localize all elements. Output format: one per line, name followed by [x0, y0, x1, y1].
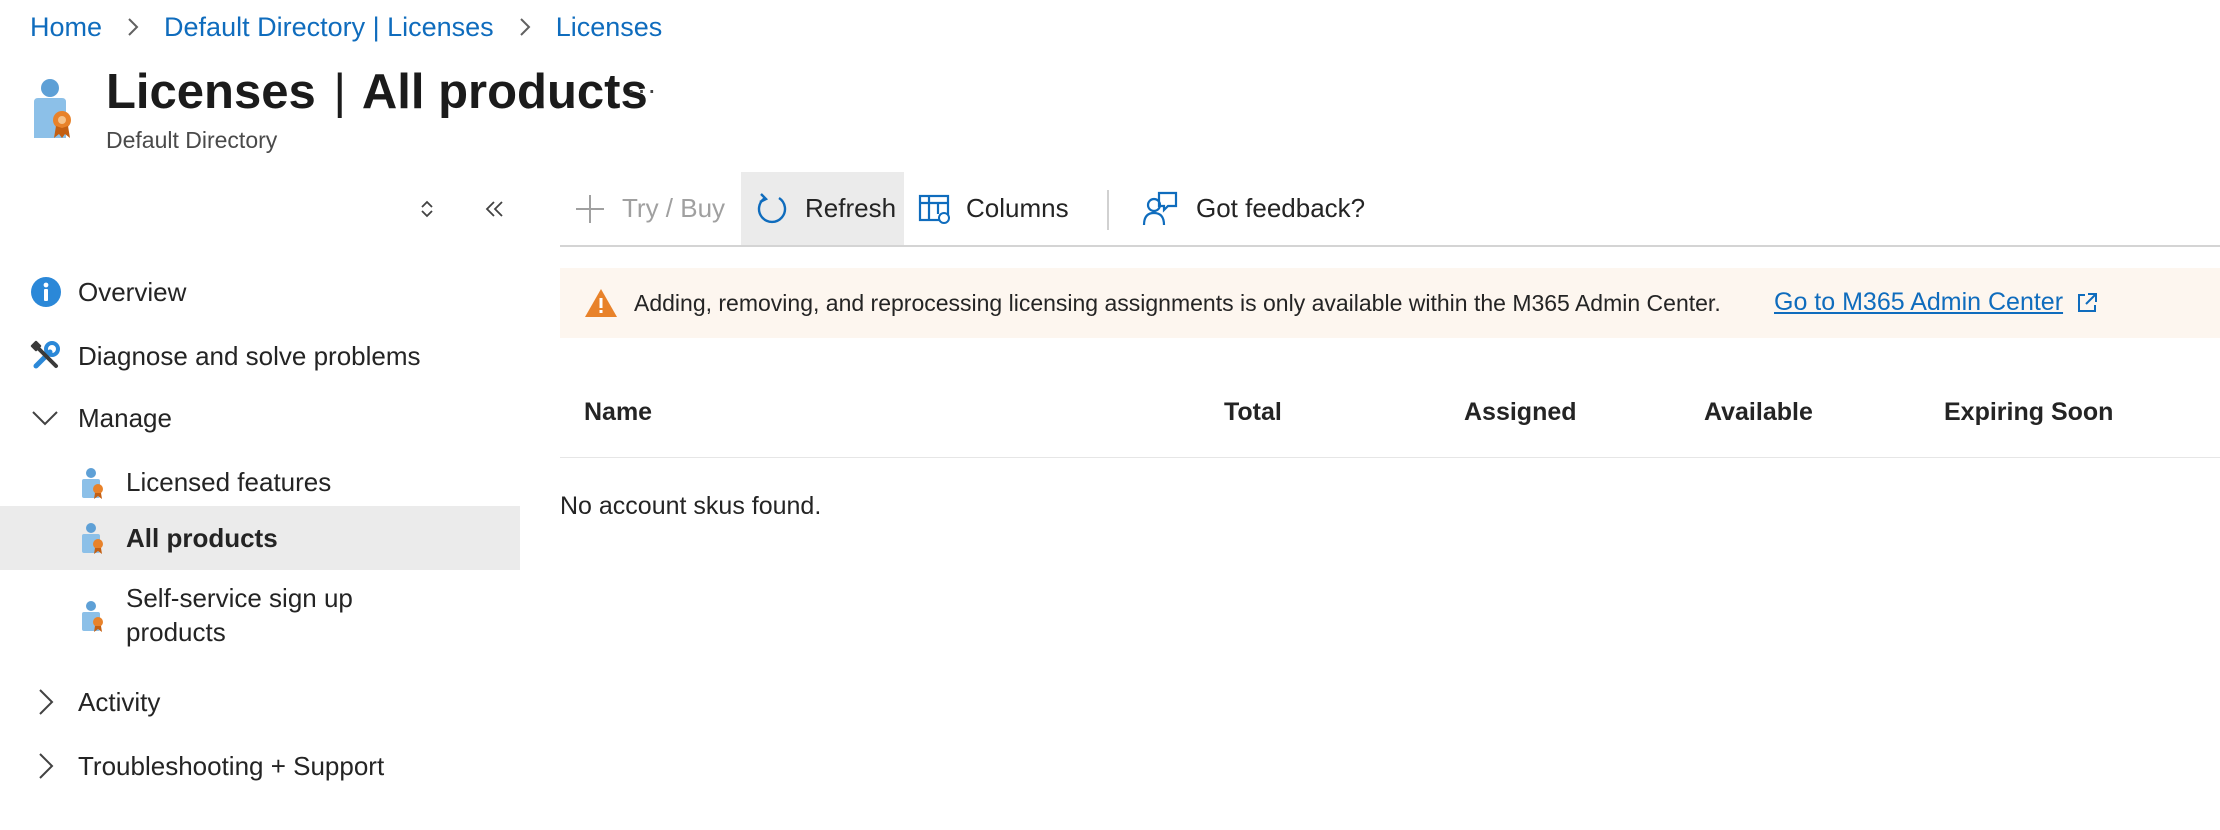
chevron-right-icon [519, 18, 531, 36]
sidebar-item-label: All products [126, 523, 278, 553]
double-chevron-left-icon [485, 201, 503, 217]
page-title-section: All products [361, 65, 648, 119]
license-icon [80, 522, 106, 554]
chevron-right-icon [32, 686, 58, 718]
sidebar-item-label: Overview [78, 277, 187, 307]
feedback-icon [1142, 191, 1178, 225]
warning-icon [585, 289, 617, 317]
sidebar-item-label: Activity [78, 687, 161, 717]
sidebar-item-label: Self-service sign up products [126, 583, 353, 647]
license-icon [80, 467, 106, 499]
breadcrumb-licenses[interactable]: Licenses [556, 12, 663, 43]
sidebar-group-troubleshooting[interactable]: Troubleshooting + Support [0, 740, 520, 792]
sidebar-group-manage[interactable]: Manage [0, 392, 520, 444]
column-header-total[interactable]: Total [1224, 398, 1282, 427]
m365-admin-center-link-label: Go to M365 Admin Center [1774, 288, 2064, 316]
info-icon [30, 276, 62, 308]
toolbar-divider [1107, 190, 1109, 230]
try-buy-label: Try / Buy [622, 193, 726, 223]
sidebar-item-self-service-products[interactable]: Self-service sign up products [0, 576, 520, 656]
wrench-icon [30, 340, 62, 372]
external-link-icon [2078, 292, 2098, 312]
column-header-available[interactable]: Available [1704, 398, 1813, 427]
feedback-label: Got feedback? [1196, 193, 1366, 223]
expand-collapse-all-button[interactable] [410, 192, 444, 226]
chevron-up-down-icon [421, 200, 433, 218]
sidebar-item-label: Troubleshooting + Support [78, 751, 385, 781]
products-table-header: Name Total Assigned Available Expiring S… [560, 386, 2220, 458]
plus-icon [576, 194, 604, 223]
columns-button[interactable]: Columns [918, 172, 1078, 245]
refresh-icon [757, 192, 787, 223]
sidebar-controls [410, 192, 512, 226]
columns-label: Columns [966, 193, 1069, 223]
chevron-down-icon [30, 404, 60, 432]
sidebar-item-overview[interactable]: Overview [0, 266, 520, 318]
m365-admin-center-link[interactable]: Go to M365 Admin Center [1774, 288, 2099, 317]
admin-center-warning-banner: Adding, removing, and reprocessing licen… [560, 268, 2220, 338]
sidebar-item-all-products[interactable]: All products [0, 506, 520, 570]
column-header-assigned[interactable]: Assigned [1464, 398, 1577, 427]
refresh-button[interactable]: Refresh [741, 172, 904, 245]
columns-icon [918, 194, 950, 224]
sidebar-item-label: Licensed features [126, 467, 332, 497]
column-header-expiring-soon[interactable]: Expiring Soon [1944, 398, 2113, 427]
page-subtitle: Default Directory [106, 127, 278, 153]
refresh-label: Refresh [805, 193, 897, 223]
page-title: Licenses | All products [106, 62, 648, 122]
sidebar-item-diagnose[interactable]: Diagnose and solve problems [0, 330, 520, 382]
chevron-right-icon [32, 750, 58, 782]
sidebar: Overview Diagnose and solve problems Man… [0, 180, 520, 830]
breadcrumb: Home Default Directory | Licenses Licens… [30, 10, 662, 44]
collapse-sidebar-button[interactable] [478, 192, 512, 226]
more-options-button[interactable]: ··· [624, 72, 660, 108]
try-buy-button[interactable]: Try / Buy [572, 172, 742, 245]
breadcrumb-directory-licenses[interactable]: Default Directory | Licenses [164, 12, 494, 43]
command-bar: Try / Buy Refresh Columns Got feedback? [560, 172, 2220, 247]
empty-state-message: No account skus found. [560, 492, 822, 520]
sidebar-item-licensed-features[interactable]: Licensed features [0, 456, 520, 508]
feedback-button[interactable]: Got feedback? [1142, 172, 1382, 245]
license-icon [80, 600, 106, 632]
sidebar-group-activity[interactable]: Activity [0, 676, 520, 728]
page-title-main: Licenses [106, 65, 316, 119]
chevron-right-icon [128, 18, 139, 36]
page-title-separator: | [333, 65, 347, 119]
license-icon [34, 79, 71, 138]
column-header-name[interactable]: Name [584, 398, 652, 427]
banner-message: Adding, removing, and reprocessing licen… [634, 290, 1721, 316]
sidebar-item-label: Manage [78, 403, 172, 433]
sidebar-item-label: Diagnose and solve problems [78, 341, 421, 371]
breadcrumb-home[interactable]: Home [30, 12, 102, 43]
